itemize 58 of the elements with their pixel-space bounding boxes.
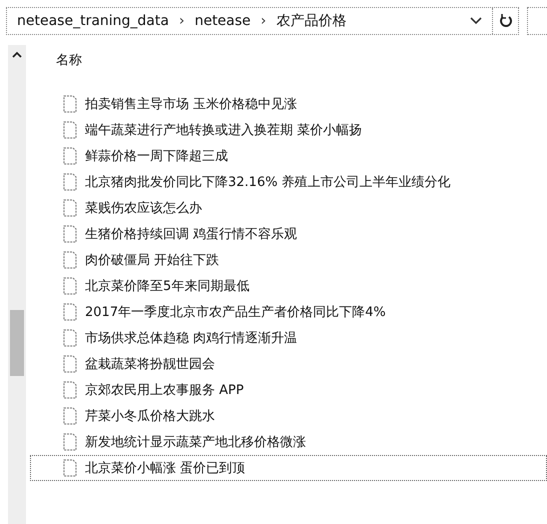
breadcrumb[interactable]: 农产品价格 (276, 12, 346, 30)
breadcrumb-separator: › (178, 13, 185, 29)
document-icon (63, 303, 77, 321)
file-row[interactable]: 肉价破僵局 开始往下跌 (30, 247, 547, 273)
file-name: 北京猪肉批发价同比下降32.16% 养殖上市公司上半年业绩分化 (85, 174, 451, 191)
column-header[interactable]: 名称 (56, 51, 82, 71)
file-name: 盆栽蔬菜将扮靓世园会 (85, 356, 215, 373)
file-row[interactable]: 北京菜价小幅涨 蛋价已到顶 (30, 455, 547, 481)
file-row[interactable]: 芹菜小冬瓜价格大跳水 (30, 403, 547, 429)
file-row[interactable]: 2017年一季度北京市农产品生产者价格同比下降4% (30, 299, 547, 325)
document-icon (63, 433, 77, 451)
search-field[interactable] (527, 7, 547, 35)
file-name: 端午蔬菜进行产地转换或进入换茬期 菜价小幅扬 (85, 122, 362, 139)
refresh-icon (498, 13, 513, 29)
breadcrumb[interactable]: netease_traning_data (17, 13, 169, 29)
file-name: 北京菜价小幅涨 蛋价已到顶 (85, 460, 246, 477)
chevron-down-icon[interactable] (470, 17, 482, 25)
file-name: 生猪价格持续回调 鸡蛋行情不容乐观 (85, 226, 298, 243)
breadcrumb-separator: › (260, 13, 266, 29)
file-row[interactable]: 新发地统计显示蔬菜产地北移价格微涨 (30, 429, 547, 455)
breadcrumb[interactable]: netease (194, 13, 251, 29)
document-icon (63, 459, 77, 477)
file-name: 芹菜小冬瓜价格大跳水 (85, 408, 215, 425)
document-icon (63, 355, 77, 373)
file-name: 新发地统计显示蔬菜产地北移价格微涨 (85, 434, 306, 451)
file-row[interactable]: 生猪价格持续回调 鸡蛋行情不容乐观 (30, 221, 547, 247)
file-name: 拍卖销售主导市场 玉米价格稳中见涨 (85, 96, 298, 113)
file-name: 菜贱伤农应该怎么办 (85, 200, 202, 217)
document-icon (63, 225, 77, 243)
document-icon (63, 329, 77, 347)
document-icon (63, 173, 77, 191)
document-icon (63, 147, 77, 165)
file-row[interactable]: 北京菜价降至5年来同期最低 (30, 273, 547, 299)
document-icon (63, 277, 77, 295)
file-row[interactable]: 菜贱伤农应该怎么办 (30, 195, 547, 221)
file-name: 2017年一季度北京市农产品生产者价格同比下降4% (85, 304, 386, 321)
file-row[interactable]: 鲜蒜价格一周下降超三成 (30, 143, 547, 169)
document-icon (63, 199, 77, 217)
file-row[interactable]: 北京猪肉批发价同比下降32.16% 养殖上市公司上半年业绩分化 (30, 169, 547, 195)
document-icon (63, 95, 77, 113)
file-name: 肉价破僵局 开始往下跌 (85, 252, 220, 269)
file-name: 市场供求总体趋稳 肉鸡行情逐渐升温 (85, 330, 298, 347)
file-row[interactable]: 拍卖销售主导市场 玉米价格稳中见涨 (30, 91, 547, 117)
file-row[interactable]: 市场供求总体趋稳 肉鸡行情逐渐升温 (30, 325, 547, 351)
address-bar[interactable]: netease_traning_data › netease › 农产品价格 (6, 7, 520, 35)
file-row[interactable]: 端午蔬菜进行产地转换或进入换茬期 菜价小幅扬 (30, 117, 547, 143)
document-icon (63, 251, 77, 269)
file-name: 北京菜价降至5年来同期最低 (85, 278, 250, 295)
file-name: 京郊农民用上农事服务 APP (85, 382, 244, 399)
file-row[interactable]: 京郊农民用上农事服务 APP (30, 377, 547, 403)
file-row[interactable]: 盆栽蔬菜将扮靓世园会 (30, 351, 547, 377)
document-icon (63, 121, 77, 139)
scrollbar[interactable] (8, 45, 26, 524)
document-icon (63, 381, 77, 399)
chevron-up-icon (12, 50, 22, 58)
document-icon (63, 407, 77, 425)
file-name: 鲜蒜价格一周下降超三成 (85, 148, 228, 165)
scrollbar-thumb[interactable] (10, 310, 24, 376)
